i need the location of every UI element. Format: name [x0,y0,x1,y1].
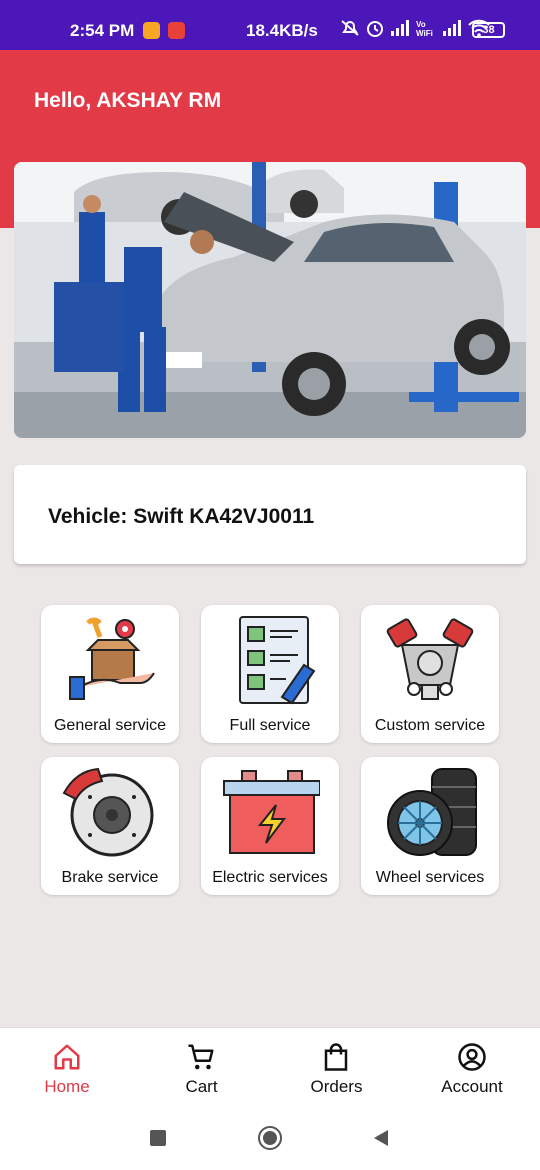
svg-text:Vo: Vo [416,20,426,29]
engine-icon [386,618,474,700]
vehicle-card[interactable]: Vehicle: Swift KA42VJ0011 [14,465,526,564]
brake-disc-icon [62,767,154,857]
service-label: Brake service [61,869,159,886]
status-bar: 2:54 PM 18.4KB/s Vo WiFi 38 [0,0,540,50]
recents-button[interactable] [150,1130,166,1146]
electric-services-button[interactable]: Electric services [201,757,339,895]
bag-icon [324,1043,348,1071]
account-icon [458,1043,486,1071]
service-label: Wheel services [375,869,485,886]
notes-app-icon [143,22,160,39]
general-service-button[interactable]: General service [41,605,179,743]
checklist-icon [239,616,316,705]
nav-cart[interactable]: Cart [134,1028,269,1107]
full-service-button[interactable]: Full service [201,605,339,743]
svg-text:WiFi: WiFi [416,29,433,37]
service-label: Full service [229,717,311,734]
garage-hero-image [14,162,526,438]
nav-home-label: Home [44,1077,90,1096]
home-system-button[interactable] [258,1126,282,1150]
service-label: Custom service [374,717,486,734]
custom-service-button[interactable]: Custom service [361,605,499,743]
tire-icon [387,768,477,856]
wps-app-icon [168,22,185,39]
greeting-text: Hello, AKSHAY RM [34,89,222,112]
vowifi-icon: VoWiFi [416,20,433,37]
nav-orders[interactable]: Orders [269,1028,404,1107]
nav-account[interactable]: Account [404,1028,540,1107]
vehicle-label: Vehicle: Swift KA42VJ0011 [48,505,315,528]
nav-orders-label: Orders [310,1077,363,1096]
home-icon [54,1044,80,1070]
wheel-services-button[interactable]: Wheel services [361,757,499,895]
status-icons: Vo WiFi [340,19,490,37]
nav-cart-label: Cart [185,1077,218,1096]
network-speed: 18.4KB/s [246,21,318,40]
signal-icon-2 [443,20,461,36]
status-time: 2:54 PM [70,21,135,40]
home-system-dot [263,1131,277,1145]
nav-account-label: Account [441,1077,503,1096]
service-label: Electric services [212,869,328,886]
bottom-navigation: Home Cart Orders Account [0,1027,540,1106]
brake-service-button[interactable]: Brake service [41,757,179,895]
hand-box-tools-icon [69,617,155,700]
signal-icon [391,20,409,36]
cart-icon [188,1044,214,1070]
battery-indicator: 38 [472,22,505,38]
alarm-icon [367,21,383,37]
mute-icon [341,20,359,36]
back-icon[interactable] [372,1129,390,1147]
battery-icon [223,770,320,854]
system-nav-bar [0,1106,540,1170]
service-label: General service [53,717,167,734]
nav-home[interactable]: Home [0,1028,134,1107]
